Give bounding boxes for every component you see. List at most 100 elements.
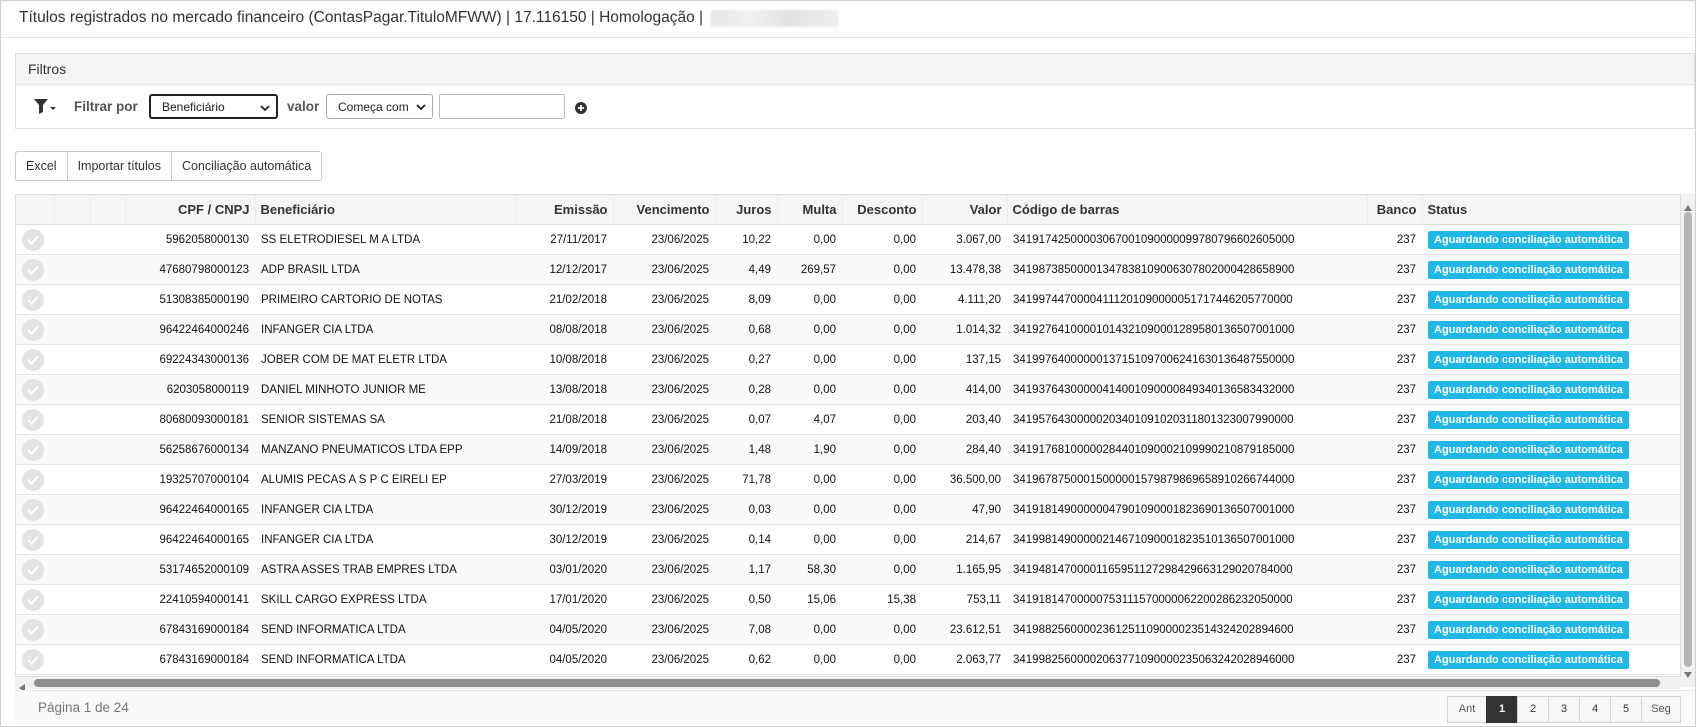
cell-cnpj: 47680798000123 [125,254,255,285]
check-circle-icon[interactable] [22,498,44,521]
horizontal-scroll-thumb[interactable] [34,679,1660,687]
cell-fine: 0,00 [777,284,842,315]
table-row[interactable]: 96422464000165 INFANGER CIA LTDA 30/12/201… [16,494,1680,525]
table-row[interactable]: 6203058000119 DANIEL MINHOTO JUNIOR ME 13/… [16,374,1680,405]
cell-barcode: 3419981490000021467109000182351013650700… [1007,524,1367,555]
filter-operator-select[interactable]: Começa com [326,94,433,119]
col-header-fine[interactable]: Multa [777,195,843,225]
table-row[interactable]: 51308385000190 PRIMEIRO CARTORIO DE NOTAS… [16,284,1680,315]
cell-interest: 0,28 [715,374,777,405]
blank-col-header [90,195,126,225]
cell-beneficiary: INFANGER CIA LTDA [255,494,515,525]
row-select-cell[interactable] [16,464,54,495]
page-button-2[interactable]: 2 [1517,696,1549,723]
table-row[interactable]: 67843169000184 SEND INFORMATICA LTDA 04/05… [16,614,1680,645]
excel-button[interactable]: Excel [15,151,68,181]
table-row[interactable]: 47680798000123 ADP BRASIL LTDA 12/12/2017 2… [16,254,1680,285]
cell-fine: 0,00 [777,644,842,675]
col-header-interest[interactable]: Juros [715,195,778,225]
auto-reconcile-button[interactable]: Conciliação automática [170,151,323,181]
page-button-4[interactable]: 4 [1579,696,1611,723]
table-row[interactable]: 22410594000141 SKILL CARGO EXPRESS LTDA 17… [16,584,1680,615]
blank-cell [54,644,90,675]
vertical-scrollbar[interactable] [1681,194,1695,687]
filter-value-input[interactable] [439,94,565,119]
col-header-issue-date[interactable]: Emissão [515,195,614,225]
add-filter-icon[interactable] [575,101,587,119]
check-circle-icon[interactable] [22,438,44,461]
pagination-footer: Página 1 de 24 Ant 1 2 3 4 5 Seg [15,690,1695,725]
table-row[interactable]: 56258676000134 MANZANO PNEUMATICOS LTDA E… [16,434,1680,465]
page-button-3[interactable]: 3 [1548,696,1580,723]
cell-status: Aguardando conciliação automática [1422,404,1680,435]
cell-due-date: 23/06/2025 [613,494,715,525]
vertical-scroll-thumb[interactable] [1684,212,1692,667]
check-circle-icon[interactable] [22,258,44,281]
col-header-barcode[interactable]: Código de barras [1007,195,1368,225]
table-row[interactable]: 96422464000165 INFANGER CIA LTDA 30/12/201… [16,524,1680,555]
check-circle-icon[interactable] [22,528,44,551]
cell-bank: 237 [1367,434,1422,465]
row-select-cell[interactable] [16,254,54,285]
cell-cnpj: 19325707000104 [125,464,255,495]
table-row[interactable]: 96422464000246 INFANGER CIA LTDA 08/08/201… [16,314,1680,345]
check-circle-icon[interactable] [22,588,44,611]
col-header-cnpj[interactable]: CPF / CNPJ [125,195,256,225]
row-select-cell[interactable] [16,614,54,645]
check-circle-icon[interactable] [22,318,44,341]
table-row[interactable]: 53174652000109 ASTRA ASSES TRAB EMPRES LT… [16,554,1680,585]
cell-barcode: 3419976400000013715109700624163013648755… [1007,344,1367,375]
import-titles-button[interactable]: Importar títulos [66,151,172,181]
table-row[interactable]: 80680093000181 SENIOR SISTEMAS SA 21/08/20… [16,404,1680,435]
row-select-cell[interactable] [16,404,54,435]
row-select-cell[interactable] [16,374,54,405]
cell-issue-date: 21/08/2018 [515,404,613,435]
check-circle-icon[interactable] [22,558,44,581]
page-title: Títulos registrados no mercado financeir… [19,9,840,27]
prev-page-button[interactable]: Ant [1447,696,1487,723]
col-header-status[interactable]: Status [1422,195,1680,225]
row-select-cell[interactable] [16,494,54,525]
col-header-beneficiary[interactable]: Beneficiário [255,195,516,225]
row-select-cell[interactable] [16,284,54,315]
check-circle-icon[interactable] [22,468,44,491]
col-header-amount[interactable]: Valor [922,195,1008,225]
row-select-cell[interactable] [16,314,54,345]
page-button-5[interactable]: 5 [1610,696,1642,723]
filter-field-select[interactable]: Beneficiário [149,94,278,119]
cell-amount: 137,15 [922,344,1007,375]
col-header-due-date[interactable]: Vencimento [613,195,716,225]
check-circle-icon[interactable] [22,348,44,371]
page-button-1[interactable]: 1 [1486,696,1518,723]
next-page-button[interactable]: Seg [1641,696,1681,723]
cell-fine: 0,00 [777,224,842,255]
check-circle-icon[interactable] [22,228,44,251]
check-circle-icon[interactable] [22,618,44,641]
check-circle-icon[interactable] [22,378,44,401]
row-select-cell[interactable] [16,644,54,675]
table-row[interactable]: 19325707000104 ALUMIS PECAS A S P C EIREL… [16,464,1680,495]
row-select-cell[interactable] [16,224,54,255]
row-select-cell[interactable] [16,524,54,555]
cell-cnpj: 51308385000190 [125,284,255,315]
horizontal-scrollbar[interactable] [15,677,1681,692]
cell-issue-date: 03/01/2020 [515,554,613,585]
row-select-cell[interactable] [16,554,54,585]
col-header-bank[interactable]: Banco [1367,195,1423,225]
table-row[interactable]: 5962058000130 SS ELETRODIESEL M A LTDA 27/… [16,224,1680,255]
table-row[interactable]: 67843169000184 SEND INFORMATICA LTDA 04/05… [16,644,1680,675]
check-circle-icon[interactable] [22,648,44,671]
cell-due-date: 23/06/2025 [613,284,715,315]
blank-cell [54,284,90,315]
status-badge: Aguardando conciliação automática [1428,230,1629,249]
check-circle-icon[interactable] [22,408,44,431]
row-select-cell[interactable] [16,434,54,465]
row-select-cell[interactable] [16,344,54,375]
check-circle-icon[interactable] [22,288,44,311]
table-row[interactable]: 69224343000136 JOBER COM DE MAT ELETR LTD… [16,344,1680,375]
row-select-cell[interactable] [16,584,54,615]
scroll-down-icon[interactable] [1684,665,1692,683]
filter-funnel-icon[interactable] [34,99,56,120]
col-header-discount[interactable]: Desconto [842,195,923,225]
chevron-down-icon [416,101,426,115]
